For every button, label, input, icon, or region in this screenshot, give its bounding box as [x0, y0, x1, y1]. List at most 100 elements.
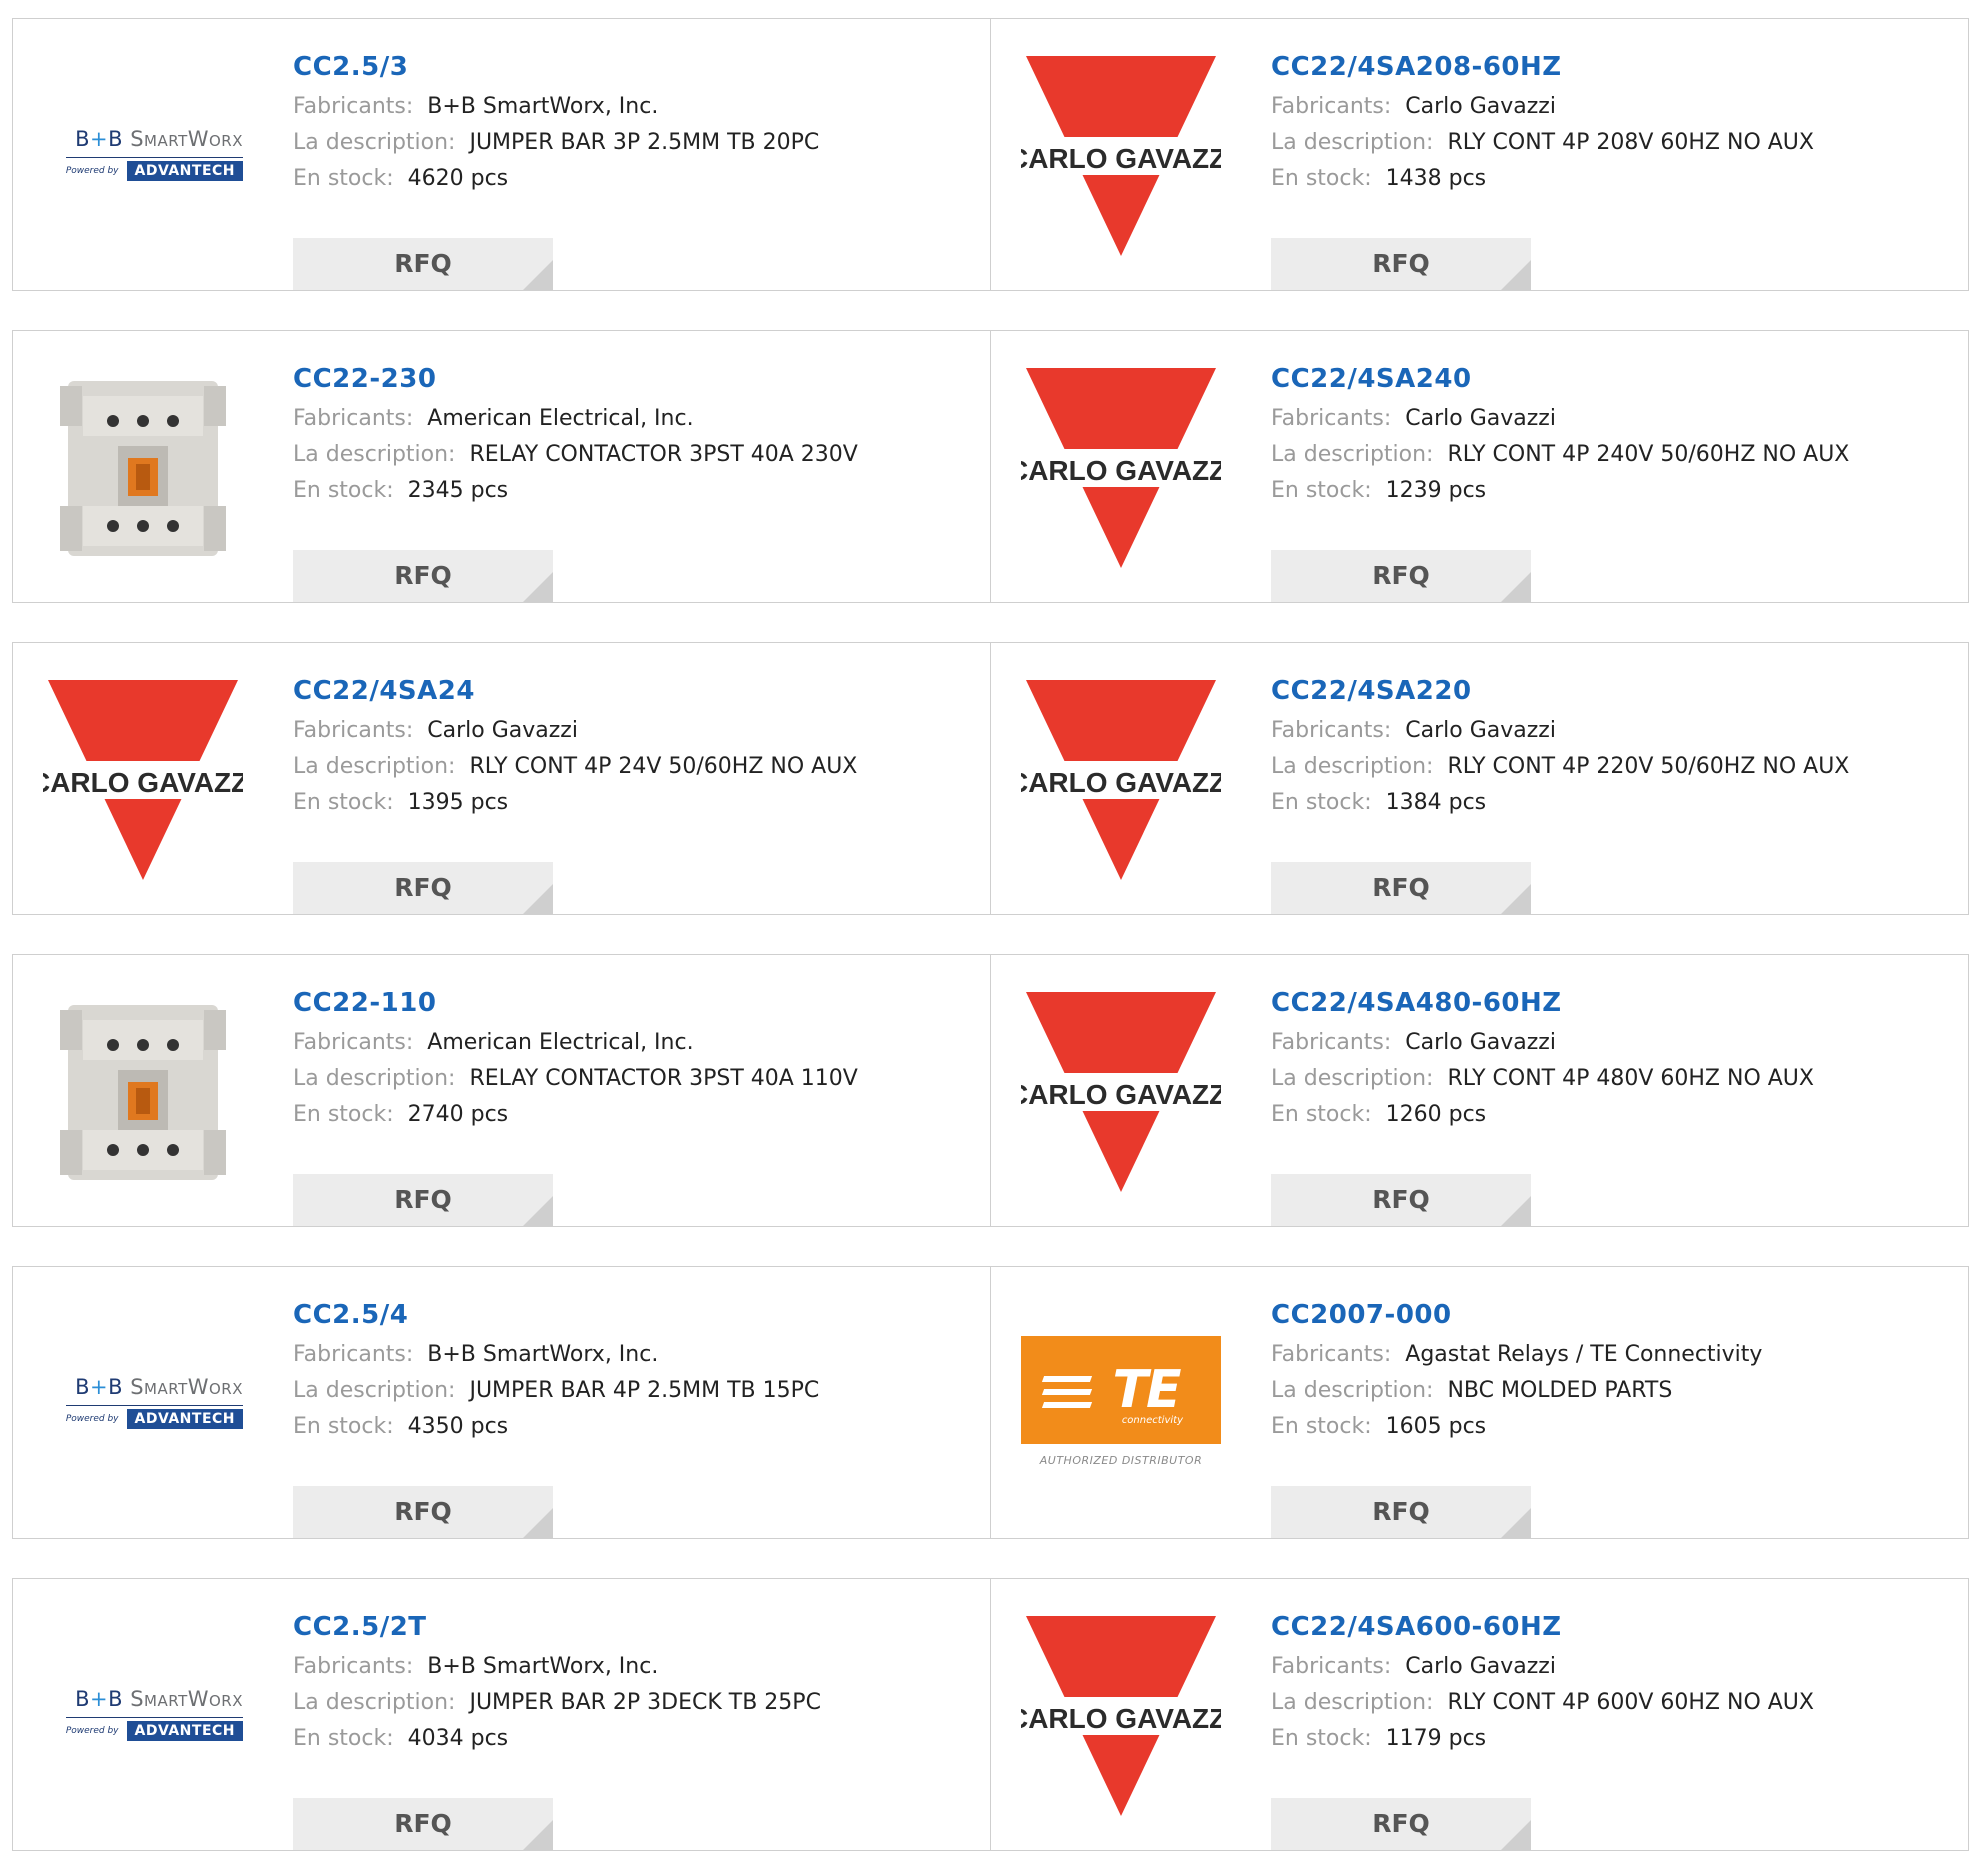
manufacturer-value: B+B SmartWorx, Inc.	[427, 94, 659, 119]
description-label: La description:	[293, 1378, 456, 1403]
description-field: La description: RELAY CONTACTOR 3PST 40A …	[293, 437, 980, 473]
description-value: RLY CONT 4P 480V 60HZ NO AUX	[1447, 1066, 1814, 1091]
rfq-button[interactable]: RFQ	[293, 1798, 553, 1850]
part-number-link[interactable]: CC2.5/2T	[293, 1609, 980, 1649]
rfq-button[interactable]: RFQ	[1271, 1486, 1531, 1538]
corner-triangle-icon	[523, 1196, 553, 1226]
product-card: B+B SmartWorx Powered by ADVANTECH CC2.5…	[13, 1579, 991, 1850]
stock-value: 1260 pcs	[1385, 1102, 1487, 1127]
description-value: RLY CONT 4P 208V 60HZ NO AUX	[1447, 130, 1814, 155]
product-row: B+B SmartWorx Powered by ADVANTECH CC2.5…	[12, 18, 1969, 291]
stock-field: En stock: 2740 pcs	[293, 1097, 980, 1133]
description-label: La description:	[293, 442, 456, 467]
manufacturer-field: Fabricants: B+B SmartWorx, Inc.	[293, 1649, 980, 1685]
part-number-link[interactable]: CC22/4SA208-60HZ	[1271, 49, 1958, 89]
description-value: JUMPER BAR 4P 2.5MM TB 15PC	[469, 1378, 820, 1403]
description-value: RLY CONT 4P 240V 50/60HZ NO AUX	[1447, 442, 1850, 467]
stock-label: En stock:	[1271, 1102, 1372, 1127]
product-row: CC22-110 Fabricants: American Electrical,…	[12, 954, 1969, 1227]
manufacturer-label: Fabricants:	[293, 1342, 414, 1367]
manufacturer-logo: CARLO GAVAZZI	[1021, 363, 1221, 568]
description-value: NBC MOLDED PARTS	[1447, 1378, 1673, 1403]
description-value: RLY CONT 4P 220V 50/60HZ NO AUX	[1447, 754, 1850, 779]
part-number-link[interactable]: CC22/4SA480-60HZ	[1271, 985, 1958, 1025]
rfq-button[interactable]: RFQ	[293, 1486, 553, 1538]
manufacturer-logo: B+B SmartWorx Powered by ADVANTECH	[43, 1299, 243, 1504]
manufacturer-value: American Electrical, Inc.	[427, 1030, 694, 1055]
description-value: JUMPER BAR 3P 2.5MM TB 20PC	[469, 130, 820, 155]
stock-field: En stock: 1438 pcs	[1271, 161, 1958, 197]
product-card: CARLO GAVAZZI CC22/4SA600-60HZ Fabricant…	[991, 1579, 1968, 1850]
manufacturer-field: Fabricants: Agastat Relays / TE Connectiv…	[1271, 1337, 1958, 1373]
rfq-button[interactable]: RFQ	[1271, 1798, 1531, 1850]
stock-label: En stock:	[1271, 166, 1372, 191]
corner-triangle-icon	[523, 1508, 553, 1538]
manufacturer-logo: TE connectivity AUTHORIZED DISTRIBUTOR	[1021, 1299, 1221, 1504]
description-label: La description:	[1271, 1066, 1434, 1091]
manufacturer-field: Fabricants: Carlo Gavazzi	[1271, 1025, 1958, 1061]
manufacturer-field: Fabricants: American Electrical, Inc.	[293, 1025, 980, 1061]
corner-triangle-icon	[1501, 260, 1531, 290]
part-number-link[interactable]: CC22/4SA600-60HZ	[1271, 1609, 1958, 1649]
svg-text:CARLO GAVAZZI: CARLO GAVAZZI	[1021, 1703, 1221, 1734]
product-row: CARLO GAVAZZI CC22/4SA24 Fabricants: Carl…	[12, 642, 1969, 915]
advantech-logo: ADVANTECH	[126, 1720, 243, 1741]
rfq-button[interactable]: RFQ	[293, 1174, 553, 1226]
stock-label: En stock:	[293, 1414, 394, 1439]
stock-field: En stock: 4350 pcs	[293, 1409, 980, 1445]
part-number-link[interactable]: CC2007-000	[1271, 1297, 1958, 1337]
part-number-link[interactable]: CC22-110	[293, 985, 980, 1025]
product-card: CARLO GAVAZZI CC22/4SA220 Fabricants: Car…	[991, 643, 1968, 914]
description-field: La description: RLY CONT 4P 480V 60HZ NO …	[1271, 1061, 1958, 1097]
description-value: RLY CONT 4P 600V 60HZ NO AUX	[1447, 1690, 1814, 1715]
corner-triangle-icon	[523, 884, 553, 914]
manufacturer-field: Fabricants: Carlo Gavazzi	[1271, 1649, 1958, 1685]
stock-value: 1395 pcs	[407, 790, 509, 815]
part-number-link[interactable]: CC2.5/3	[293, 49, 980, 89]
description-value: RELAY CONTACTOR 3PST 40A 230V	[469, 442, 858, 467]
rfq-button[interactable]: RFQ	[1271, 550, 1531, 602]
manufacturer-field: Fabricants: Carlo Gavazzi	[1271, 713, 1958, 749]
manufacturer-logo: CARLO GAVAZZI	[1021, 675, 1221, 880]
bb-smartworx-logo: B+B SmartWorx Powered by ADVANTECH	[65, 126, 243, 181]
stock-field: En stock: 1239 pcs	[1271, 473, 1958, 509]
manufacturer-value: Carlo Gavazzi	[1405, 406, 1556, 431]
stock-label: En stock:	[1271, 1414, 1372, 1439]
rfq-button[interactable]: RFQ	[1271, 862, 1531, 914]
manufacturer-value: Carlo Gavazzi	[1405, 94, 1556, 119]
manufacturer-field: Fabricants: American Electrical, Inc.	[293, 401, 980, 437]
part-number-link[interactable]: CC22/4SA220	[1271, 673, 1958, 713]
manufacturer-label: Fabricants:	[293, 718, 414, 743]
product-row: CC22-230 Fabricants: American Electrical,…	[12, 330, 1969, 603]
manufacturer-value: American Electrical, Inc.	[427, 406, 694, 431]
stock-value: 2345 pcs	[407, 478, 509, 503]
corner-triangle-icon	[1501, 884, 1531, 914]
manufacturer-value: B+B SmartWorx, Inc.	[427, 1342, 659, 1367]
rfq-button[interactable]: RFQ	[1271, 1174, 1531, 1226]
part-number-link[interactable]: CC2.5/4	[293, 1297, 980, 1337]
description-label: La description:	[1271, 442, 1434, 467]
part-number-link[interactable]: CC22-230	[293, 361, 980, 401]
description-field: La description: NBC MOLDED PARTS	[1271, 1373, 1958, 1409]
product-card: CC22-230 Fabricants: American Electrical,…	[13, 331, 991, 602]
stock-label: En stock:	[1271, 1726, 1372, 1751]
rfq-button[interactable]: RFQ	[1271, 238, 1531, 290]
stock-label: En stock:	[1271, 478, 1372, 503]
rfq-button[interactable]: RFQ	[293, 550, 553, 602]
part-number-link[interactable]: CC22/4SA24	[293, 673, 980, 713]
manufacturer-logo: B+B SmartWorx Powered by ADVANTECH	[43, 51, 243, 256]
stock-label: En stock:	[293, 1726, 394, 1751]
manufacturer-logo: CARLO GAVAZZI	[1021, 1611, 1221, 1816]
manufacturer-label: Fabricants:	[1271, 1342, 1392, 1367]
rfq-button[interactable]: RFQ	[293, 238, 553, 290]
rfq-button[interactable]: RFQ	[293, 862, 553, 914]
description-label: La description:	[1271, 1690, 1434, 1715]
svg-text:CARLO GAVAZZI: CARLO GAVAZZI	[1021, 143, 1221, 174]
advantech-logo: ADVANTECH	[126, 1408, 243, 1429]
product-card: B+B SmartWorx Powered by ADVANTECH CC2.5…	[13, 1267, 991, 1538]
part-number-link[interactable]: CC22/4SA240	[1271, 361, 1958, 401]
manufacturer-field: Fabricants: Carlo Gavazzi	[1271, 401, 1958, 437]
description-field: La description: JUMPER BAR 4P 2.5MM TB 15…	[293, 1373, 980, 1409]
stock-value: 2740 pcs	[407, 1102, 509, 1127]
stock-label: En stock:	[293, 166, 394, 191]
